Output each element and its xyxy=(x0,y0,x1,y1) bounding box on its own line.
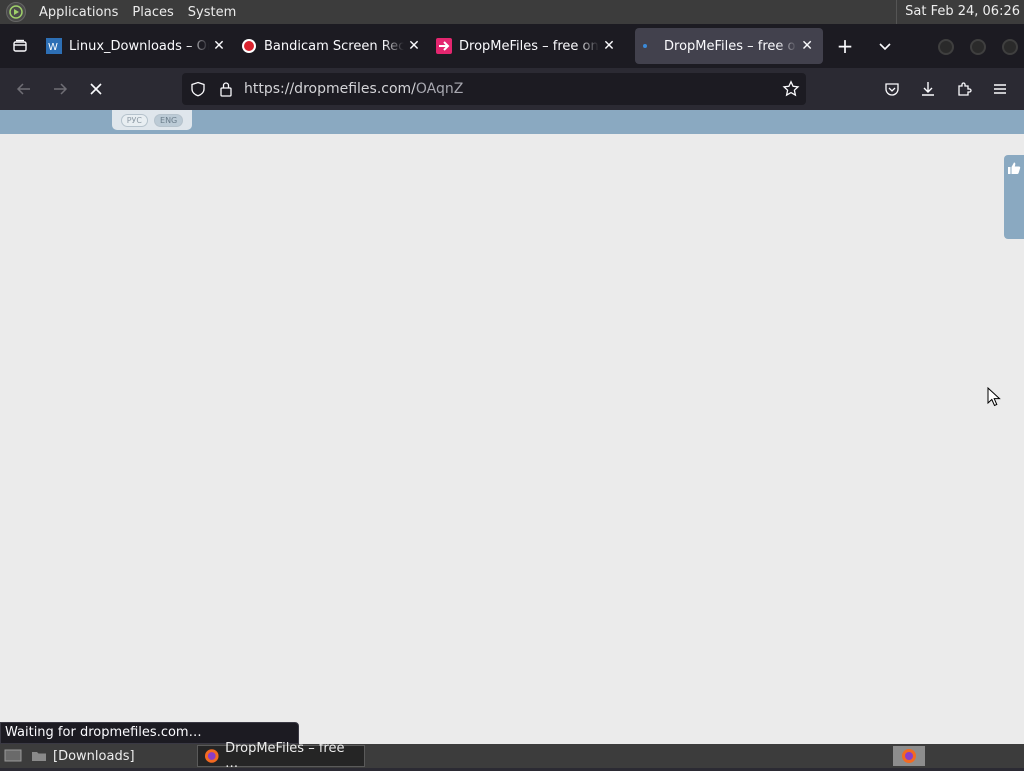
new-tab-button[interactable]: + xyxy=(831,32,859,60)
stop-x-icon xyxy=(90,83,102,95)
url-bar[interactable]: https://dropmefiles.com/OAqnZ xyxy=(182,73,806,105)
system-top-panel: Applications Places System Sat Feb 24, 0… xyxy=(0,0,1024,24)
places-menu[interactable]: Places xyxy=(125,5,180,20)
taskbar-item-downloads[interactable]: [Downloads] xyxy=(25,745,141,767)
back-button[interactable] xyxy=(6,73,42,105)
puzzle-icon xyxy=(958,82,972,96)
applications-menu[interactable]: Applications xyxy=(32,5,125,20)
show-desktop-button[interactable] xyxy=(1,745,25,767)
forward-button[interactable] xyxy=(42,73,78,105)
close-icon[interactable]: ✕ xyxy=(601,38,617,54)
lang-en-button[interactable]: ENG xyxy=(154,113,184,127)
back-arrow-icon xyxy=(16,83,30,95)
clock[interactable]: Sat Feb 24, 06:26 xyxy=(896,0,1020,24)
pocket-button[interactable] xyxy=(874,73,910,105)
list-all-tabs-button[interactable] xyxy=(871,32,899,60)
taskbar-item-firefox[interactable]: DropMeFiles – free … xyxy=(196,741,365,771)
hamburger-menu-icon xyxy=(994,84,1006,94)
stop-loading-button[interactable] xyxy=(78,73,114,105)
system-menu[interactable]: System xyxy=(181,5,243,20)
toolbar-right-buttons xyxy=(874,73,1018,105)
language-switcher: РУС ENG xyxy=(112,110,192,130)
close-icon[interactable]: ✕ xyxy=(799,38,815,54)
maximize-button[interactable] xyxy=(970,39,986,55)
folder-icon xyxy=(32,752,46,761)
linux-downloads-icon: W xyxy=(46,38,62,54)
download-icon xyxy=(922,82,934,96)
lang-ru-button[interactable]: РУС xyxy=(120,113,149,127)
app-menu-button[interactable] xyxy=(982,73,1018,105)
browser-tab-bar: W Linux_Downloads – On ✕ Bandicam Screen… xyxy=(0,24,1024,68)
thumbs-up-icon xyxy=(1008,162,1021,174)
loading-dot-icon xyxy=(641,38,657,54)
taskbar-item-label: DropMeFiles – free … xyxy=(225,741,345,771)
forward-arrow-icon xyxy=(54,83,68,95)
dropmefiles-arrow-icon xyxy=(436,38,452,54)
bottom-taskbar: [Downloads] DropMeFiles – free … xyxy=(0,741,1024,771)
url-text[interactable]: https://dropmefiles.com/OAqnZ xyxy=(244,81,463,97)
pocket-icon xyxy=(885,83,899,96)
navigation-toolbar: https://dropmefiles.com/OAqnZ xyxy=(0,68,1024,110)
extensions-button[interactable] xyxy=(946,73,982,105)
svg-text:W: W xyxy=(48,42,58,53)
downloads-button[interactable] xyxy=(910,73,946,105)
firefox-icon xyxy=(204,749,219,763)
close-icon[interactable]: ✕ xyxy=(211,38,227,54)
close-window-button[interactable] xyxy=(1002,39,1018,55)
firefox-view-button[interactable] xyxy=(0,24,40,68)
tab-linux-downloads[interactable]: W Linux_Downloads – On ✕ xyxy=(40,28,235,64)
desktop-icon xyxy=(4,749,22,762)
tracking-protection-shield-icon[interactable] xyxy=(184,73,212,105)
bandicam-record-icon xyxy=(241,38,257,54)
close-icon[interactable]: ✕ xyxy=(406,38,422,54)
like-side-tab[interactable] xyxy=(1004,155,1024,239)
tab-dropmefiles-active[interactable]: DropMeFiles – free one ✕ xyxy=(635,28,823,64)
distro-logo-icon[interactable] xyxy=(6,2,26,22)
tab-title: DropMeFiles – free one xyxy=(459,38,599,54)
tray-firefox-icon[interactable] xyxy=(893,746,925,766)
tab-dropmefiles-1[interactable]: DropMeFiles – free one ✕ xyxy=(430,28,625,64)
taskbar-item-label: [Downloads] xyxy=(53,748,135,764)
firefox-view-icon xyxy=(13,39,27,52)
bookmark-star-icon[interactable] xyxy=(782,80,800,102)
url-path: OAqnZ xyxy=(415,81,464,97)
mouse-cursor-icon xyxy=(987,386,1001,411)
lock-icon[interactable] xyxy=(212,73,240,105)
chevron-down-icon xyxy=(879,43,891,51)
url-host: https://dropmefiles.com/ xyxy=(244,81,416,97)
minimize-button[interactable] xyxy=(938,39,954,55)
web-page-content: РУС ENG xyxy=(0,110,1024,744)
tab-bandicam[interactable]: Bandicam Screen Reco ✕ xyxy=(235,28,430,64)
tab-title: Bandicam Screen Reco xyxy=(264,38,404,54)
tab-title: DropMeFiles – free one xyxy=(664,38,798,54)
tab-title: Linux_Downloads – On xyxy=(69,38,209,54)
